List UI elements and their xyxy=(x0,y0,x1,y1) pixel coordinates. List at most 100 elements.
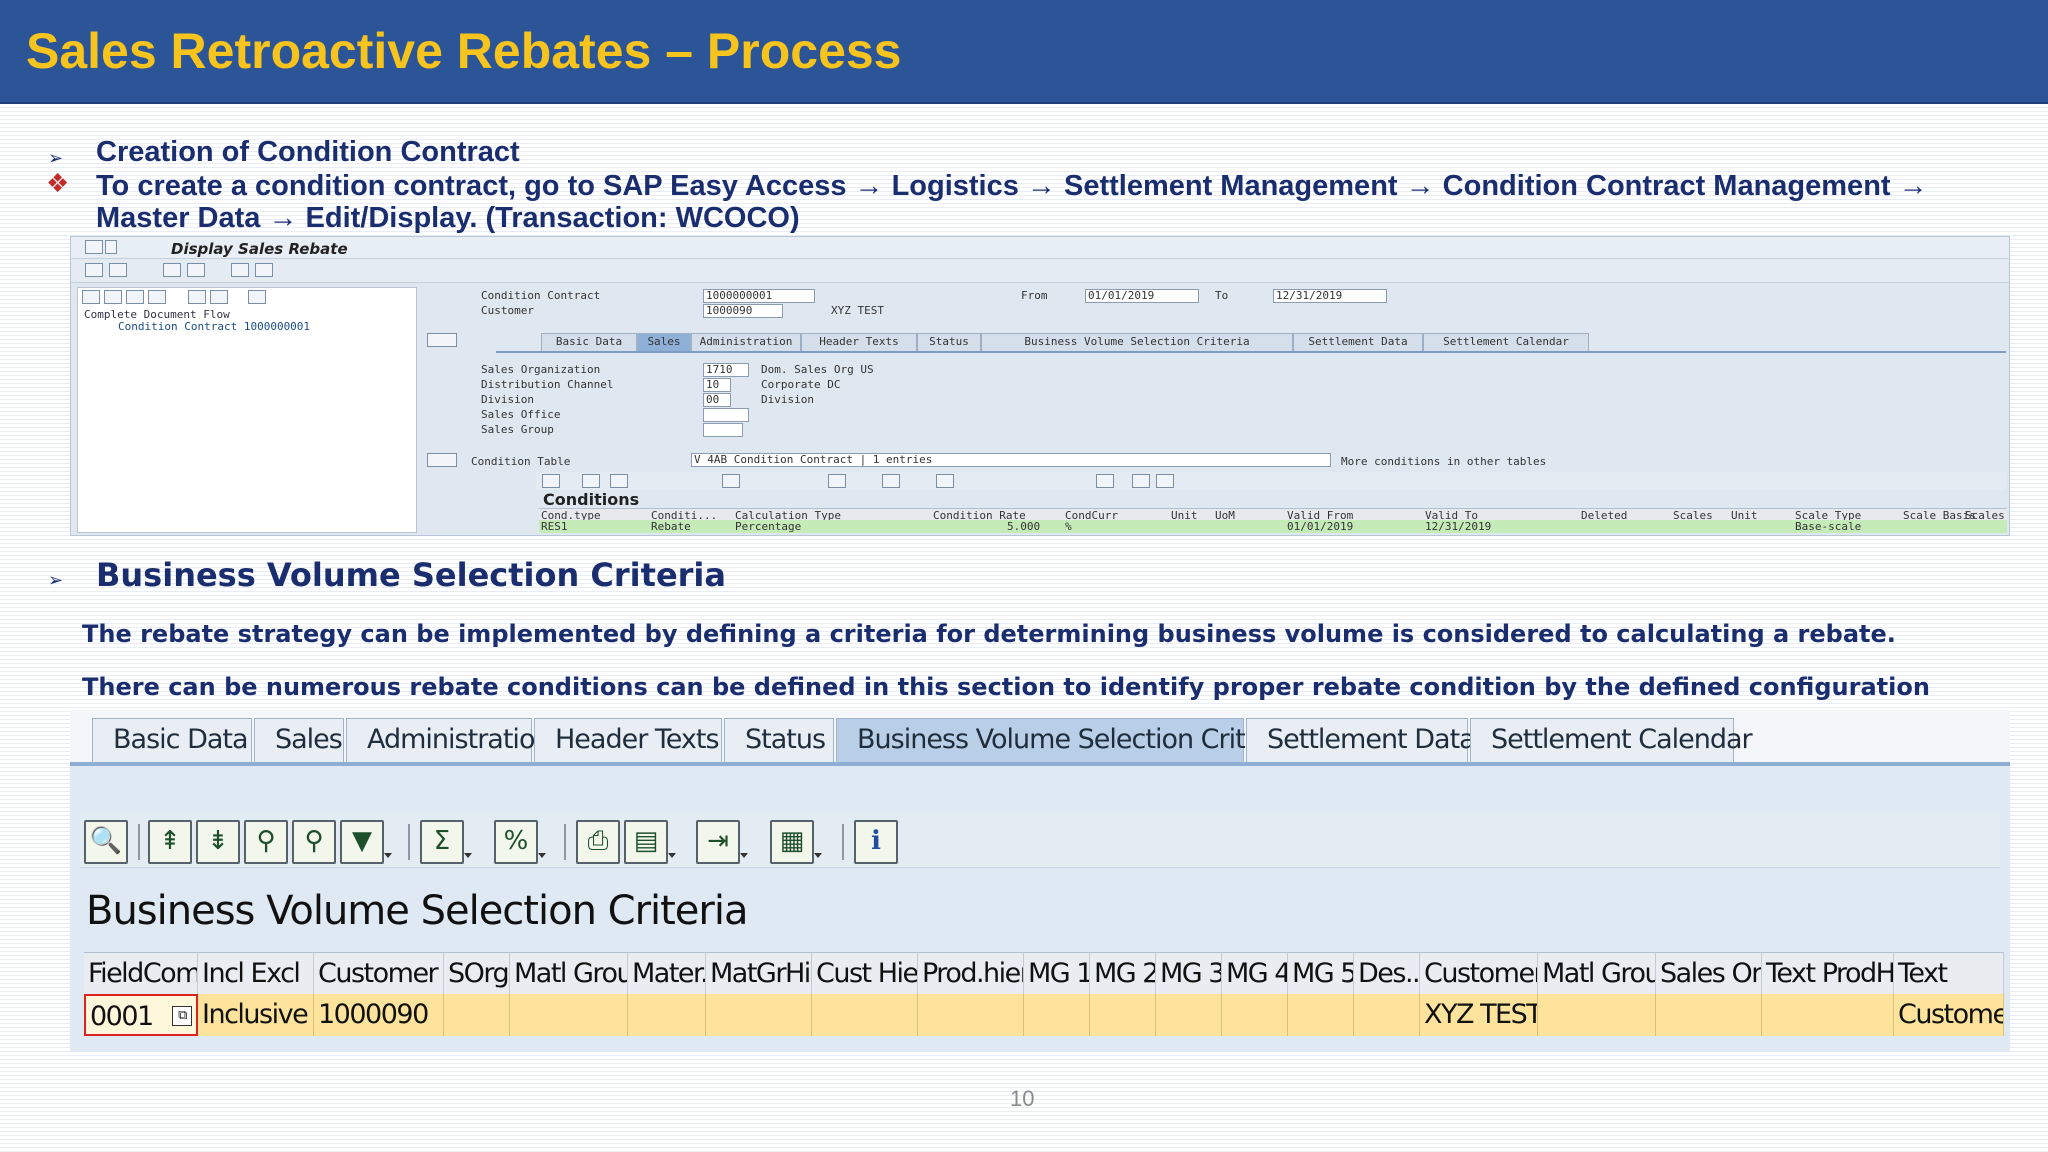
cell-condition[interactable]: Rebate xyxy=(651,520,691,533)
col-matgrhier[interactable]: MatGrHier xyxy=(706,953,812,995)
tab-business-volume[interactable]: Business Volume Selection Criteria xyxy=(836,718,1293,762)
cell-matgrhier[interactable] xyxy=(706,994,812,1036)
cell-cond-type[interactable]: RES1 xyxy=(541,520,568,533)
layout-icon[interactable] xyxy=(210,290,228,304)
print-icon[interactable] xyxy=(255,263,273,277)
cell-matl-group-text[interactable] xyxy=(1538,994,1656,1036)
cell-valid-from[interactable]: 01/01/2019 xyxy=(1287,520,1353,533)
col-mg1[interactable]: MG 1 xyxy=(1024,953,1090,995)
cell-customer-name[interactable]: XYZ TEST xyxy=(1420,994,1538,1036)
col-text[interactable]: Text xyxy=(1894,953,2004,995)
col-prod-hier[interactable]: Prod.hier. xyxy=(918,953,1024,995)
filter-icon[interactable] xyxy=(610,474,628,488)
cell-sorg[interactable] xyxy=(444,994,510,1036)
division-field[interactable]: 00 xyxy=(703,393,731,407)
sales-group-field[interactable] xyxy=(703,423,743,437)
tab-basic-data[interactable]: Basic Data xyxy=(92,718,252,762)
tab-sales[interactable]: Sales xyxy=(637,333,691,351)
customer-field[interactable]: 1000090 xyxy=(703,304,783,318)
cell-customer[interactable]: 1000090 xyxy=(314,994,444,1036)
cell-valid-to[interactable]: 12/31/2019 xyxy=(1425,520,1491,533)
export-icon[interactable]: ⇥ xyxy=(696,820,748,864)
subtotal-icon[interactable]: % xyxy=(494,820,546,864)
collapse-header-icon[interactable] xyxy=(427,333,457,347)
views-icon[interactable]: ▤ xyxy=(624,820,676,864)
last-row-icon[interactable]: ⇟ xyxy=(196,820,240,864)
find-next-icon[interactable]: ⚲ xyxy=(292,820,336,864)
sales-org-field[interactable]: 1710 xyxy=(703,363,749,377)
sum-icon[interactable] xyxy=(722,474,740,488)
cell-incl-excl[interactable]: Inclusive xyxy=(198,994,314,1036)
conditions-grid-row[interactable]: RES1 Rebate Percentage 5.000 % 01/01/201… xyxy=(539,520,2007,533)
cell-mg1[interactable] xyxy=(1024,994,1090,1036)
cell-condition-rate[interactable]: 5.000 xyxy=(1007,520,1040,533)
cell-prod-hier[interactable] xyxy=(918,994,1024,1036)
select-icon[interactable] xyxy=(126,290,144,304)
tab-business-volume[interactable]: Business Volume Selection Criteria xyxy=(981,333,1293,351)
tab-administration[interactable]: Administration xyxy=(691,333,801,351)
cell-scale-type[interactable]: Base-scale xyxy=(1795,520,1861,533)
condition-contract-field[interactable]: 1000000001 xyxy=(703,289,815,303)
tab-header-texts[interactable]: Header Texts xyxy=(801,333,917,351)
display-change-icon[interactable] xyxy=(85,263,103,277)
cell-text-prodh[interactable] xyxy=(1762,994,1894,1036)
layout-icon[interactable]: ▦ xyxy=(770,820,822,864)
print-icon[interactable] xyxy=(828,474,846,488)
find-icon[interactable] xyxy=(148,290,166,304)
other-object-icon[interactable] xyxy=(163,263,181,277)
cell-material[interactable] xyxy=(628,994,706,1036)
first-row-icon[interactable]: ⇞ xyxy=(148,820,192,864)
info-icon[interactable]: ℹ xyxy=(854,820,898,864)
col-mg2[interactable]: MG 2 xyxy=(1090,953,1156,995)
tab-status[interactable]: Status xyxy=(917,333,981,351)
export-icon[interactable] xyxy=(882,474,900,488)
cell-fieldcomb[interactable]: 0001 ⧉ xyxy=(84,994,198,1036)
filter-icon[interactable]: ▼ xyxy=(340,820,392,864)
cell-fieldcomb-value[interactable]: 0001 xyxy=(90,1001,154,1032)
collapse-conditions-icon[interactable] xyxy=(427,453,457,467)
dropdown-icon[interactable] xyxy=(105,240,117,254)
print-icon[interactable] xyxy=(248,290,266,304)
layout-icon[interactable] xyxy=(231,263,249,277)
col-customer-name[interactable]: Customer xyxy=(1420,953,1538,995)
col-incl-excl[interactable]: Incl Excl xyxy=(198,953,314,995)
tab-settlement-calendar[interactable]: Settlement Calendar xyxy=(1470,718,1753,762)
expand-all-icon[interactable] xyxy=(82,290,100,304)
print-icon[interactable]: ⎙ xyxy=(576,820,620,864)
hierarchy-icon[interactable] xyxy=(187,263,205,277)
col-mg3[interactable]: MG 3 xyxy=(1156,953,1222,995)
col-sales-org-text[interactable]: Sales Or... xyxy=(1656,953,1762,995)
col-text-prodh[interactable]: Text ProdH xyxy=(1762,953,1894,995)
col-customer[interactable]: Customer xyxy=(314,953,444,995)
cell-matl-group[interactable] xyxy=(510,994,628,1036)
layout-icon[interactable] xyxy=(936,474,954,488)
cell-cust-hier[interactable] xyxy=(812,994,918,1036)
value-help-icon[interactable]: ⧉ xyxy=(172,1006,192,1026)
cell-description[interactable] xyxy=(1354,994,1420,1036)
to-date-field[interactable]: 12/31/2019 xyxy=(1273,289,1387,303)
hierarchy-icon[interactable] xyxy=(188,290,206,304)
cell-mg3[interactable] xyxy=(1156,994,1222,1036)
tree-item-contract[interactable]: Condition Contract 1000000001 xyxy=(118,320,310,333)
col-sorg[interactable]: SOrg. xyxy=(444,953,510,995)
tab-status[interactable]: Status xyxy=(724,718,834,762)
collapse-all-icon[interactable] xyxy=(104,290,122,304)
cell-calc-type[interactable]: Percentage xyxy=(735,520,801,533)
tab-sales[interactable]: Sales xyxy=(254,718,344,762)
menu-icon[interactable] xyxy=(85,240,103,254)
bv-table-row[interactable]: 0001 ⧉ Inclusive 1000090 XYZ TEST Custom… xyxy=(84,994,2004,1036)
delete-row-icon[interactable] xyxy=(1156,474,1174,488)
tab-settlement-calendar[interactable]: Settlement Calendar xyxy=(1423,333,1589,351)
details-icon[interactable]: 🔍 xyxy=(84,820,128,864)
details-icon[interactable] xyxy=(542,474,560,488)
from-date-field[interactable]: 01/01/2019 xyxy=(1085,289,1199,303)
sum-icon[interactable]: Σ xyxy=(420,820,472,864)
col-matl-group[interactable]: Matl Group xyxy=(510,953,628,995)
col-matl-group-text[interactable]: Matl Group xyxy=(1538,953,1656,995)
col-cust-hier[interactable]: Cust Hier xyxy=(812,953,918,995)
cell-mg2[interactable] xyxy=(1090,994,1156,1036)
condition-table-select[interactable]: V 4AB Condition Contract | 1 entries xyxy=(691,453,1331,467)
find-icon[interactable]: ⚲ xyxy=(244,820,288,864)
tab-header-texts[interactable]: Header Texts xyxy=(534,718,722,762)
info-icon[interactable] xyxy=(1096,474,1114,488)
